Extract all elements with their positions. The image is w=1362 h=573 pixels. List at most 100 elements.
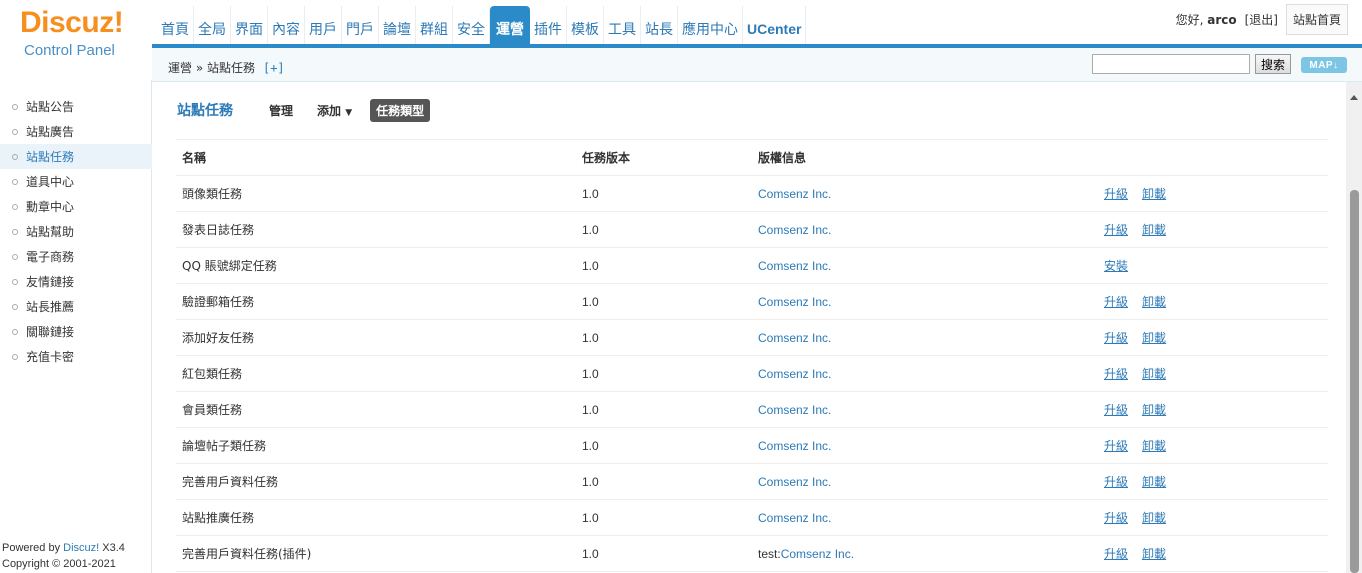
nav-item[interactable]: 門戶: [342, 6, 379, 44]
copyright-link[interactable]: Comsenz Inc.: [758, 295, 831, 309]
scrollbar[interactable]: [1346, 82, 1362, 573]
uninstall-link[interactable]: 卸載: [1142, 473, 1166, 490]
copyright-link[interactable]: Comsenz Inc.: [758, 475, 831, 489]
task-copyright: Comsenz Inc.: [758, 439, 1104, 453]
upgrade-link[interactable]: 升級: [1104, 473, 1128, 490]
upgrade-link[interactable]: 升級: [1104, 437, 1128, 454]
nav-item[interactable]: 界面: [231, 6, 268, 44]
nav-item[interactable]: 插件: [530, 6, 567, 44]
uninstall-link[interactable]: 卸載: [1142, 437, 1166, 454]
tab-manage[interactable]: 管理: [263, 99, 299, 122]
task-actions: 升級 卸載: [1104, 437, 1328, 454]
copyright-link[interactable]: Comsenz Inc.: [758, 403, 831, 417]
nav-item[interactable]: UCenter: [743, 6, 807, 44]
task-name: 站點推廣任務: [182, 511, 255, 525]
upgrade-link[interactable]: 升級: [1104, 293, 1128, 310]
tab-add[interactable]: 添加 ▼: [311, 99, 358, 122]
sidebar-item-label: 勳章中心: [26, 200, 75, 214]
nav-item[interactable]: 首頁: [157, 6, 194, 44]
add-shortcut-button[interactable]: [+]: [263, 61, 285, 75]
task-name: 紅包類任務: [182, 367, 243, 381]
task-copyright: Comsenz Inc.: [758, 403, 1104, 417]
uninstall-link[interactable]: 卸載: [1142, 293, 1166, 310]
site-home-button[interactable]: 站點首頁: [1285, 4, 1348, 35]
upgrade-link[interactable]: 升級: [1104, 509, 1128, 526]
nav-item[interactable]: 工具: [604, 6, 641, 44]
task-version: 1.0: [582, 438, 599, 453]
logout-link[interactable]: [退出]: [1245, 11, 1278, 28]
nav-item[interactable]: 論壇: [379, 6, 416, 44]
task-copyright: test:Comsenz Inc.: [758, 547, 1104, 561]
sidebar-item[interactable]: 道具中心: [0, 169, 152, 194]
sidebar-item[interactable]: 勳章中心: [0, 194, 152, 219]
sidebar-item[interactable]: 電子商務: [0, 244, 152, 269]
upgrade-link[interactable]: 升級: [1104, 329, 1128, 346]
uninstall-link[interactable]: 卸載: [1142, 401, 1166, 418]
upgrade-link[interactable]: 升級: [1104, 221, 1128, 238]
column-header: 任務版本: [582, 151, 631, 165]
table-row: 頭像類任務 1.0 Comsenz Inc. 升級 卸載: [176, 176, 1328, 212]
upgrade-link[interactable]: 升級: [1104, 401, 1128, 418]
upgrade-link[interactable]: 升級: [1104, 365, 1128, 382]
uninstall-link[interactable]: 卸載: [1142, 221, 1166, 238]
sidebar-item[interactable]: 友情鏈接: [0, 269, 152, 294]
scroll-up-icon[interactable]: [1350, 95, 1358, 100]
nav-item[interactable]: 安全: [453, 6, 490, 44]
task-actions: 升級 卸載: [1104, 185, 1328, 202]
top-nav: 首頁 全局 界面 內容 用戶 門戶 論壇 群組 安全 運營 插件 模板 工具 站長 應用中心 UCenter: [157, 6, 807, 44]
sidebar-footer: Powered by Discuz! X3.4 Copyright © 2001…: [2, 540, 125, 572]
scroll-thumb[interactable]: [1350, 190, 1359, 573]
search-button[interactable]: 搜索: [1255, 54, 1291, 74]
nav-item[interactable]: 運營: [490, 6, 530, 44]
search-input[interactable]: [1092, 54, 1250, 74]
user-bar: 您好, arco [退出] 站點首頁: [1176, 4, 1348, 35]
sidebar-item[interactable]: 關聯鏈接: [0, 319, 152, 344]
task-copyright: Comsenz Inc.: [758, 367, 1104, 381]
nav-item[interactable]: 站長: [641, 6, 678, 44]
table-header: 名稱 任務版本 版權信息: [176, 140, 1328, 176]
upgrade-link[interactable]: 升級: [1104, 545, 1128, 562]
sidebar-item[interactable]: 充值卡密: [0, 344, 152, 369]
task-copyright: Comsenz Inc.: [758, 223, 1104, 237]
copyright-link[interactable]: Comsenz Inc.: [758, 511, 831, 525]
sidebar-menu: 站點公告 站點廣告 站點任務 道具中心勳章中心站點幫助電子商務友情鏈接 站長推薦 關聯鏈接…: [0, 94, 152, 369]
uninstall-link[interactable]: 卸載: [1142, 509, 1166, 526]
bullet-icon: [12, 253, 18, 260]
uninstall-link[interactable]: 卸載: [1142, 365, 1166, 382]
copyright-link[interactable]: Comsenz Inc.: [758, 331, 831, 345]
nav-item[interactable]: 用戶: [305, 6, 342, 44]
nav-item[interactable]: 模板: [567, 6, 604, 44]
uninstall-link[interactable]: 卸載: [1142, 185, 1166, 202]
task-version: 1.0: [582, 330, 599, 345]
nav-item[interactable]: 全局: [194, 6, 231, 44]
sidebar-item[interactable]: 站點公告: [0, 94, 152, 119]
copyright-link[interactable]: Comsenz Inc.: [758, 367, 831, 381]
task-name: 完善用戶資料任務: [182, 475, 279, 489]
sidebar-item[interactable]: 站長推薦: [0, 294, 152, 319]
logo[interactable]: Discuz! Control Panel: [0, 0, 152, 80]
map-button[interactable]: MAP ↓: [1301, 57, 1347, 73]
bullet-icon: [12, 228, 18, 235]
upgrade-link[interactable]: 升級: [1104, 185, 1128, 202]
sidebar-item-label: 電子商務: [26, 250, 75, 264]
logo-subtitle: Control Panel: [24, 42, 115, 59]
sidebar-item[interactable]: 站點任務: [0, 144, 152, 169]
bullet-icon: [12, 128, 18, 135]
copyright-link[interactable]: Comsenz Inc.: [781, 547, 854, 561]
nav-item[interactable]: 應用中心: [678, 6, 743, 44]
nav-item[interactable]: 內容: [268, 6, 305, 44]
copyright-link[interactable]: Comsenz Inc.: [758, 187, 831, 201]
task-copyright: Comsenz Inc.: [758, 331, 1104, 345]
copyright-link[interactable]: Comsenz Inc.: [758, 439, 831, 453]
task-version: 1.0: [582, 186, 599, 201]
sidebar-item[interactable]: 站點廣告: [0, 119, 152, 144]
install-link[interactable]: 安裝: [1104, 257, 1128, 274]
uninstall-link[interactable]: 卸載: [1142, 329, 1166, 346]
nav-item[interactable]: 群組: [416, 6, 453, 44]
tab-task-types[interactable]: 任務類型: [370, 99, 431, 122]
table-row: 完善用戶資料任務(插件) 1.0 test:Comsenz Inc. 升級 卸載: [176, 536, 1328, 572]
sidebar-item[interactable]: 站點幫助: [0, 219, 152, 244]
copyright-link[interactable]: Comsenz Inc.: [758, 223, 831, 237]
copyright-link[interactable]: Comsenz Inc.: [758, 259, 831, 273]
uninstall-link[interactable]: 卸載: [1142, 545, 1166, 562]
